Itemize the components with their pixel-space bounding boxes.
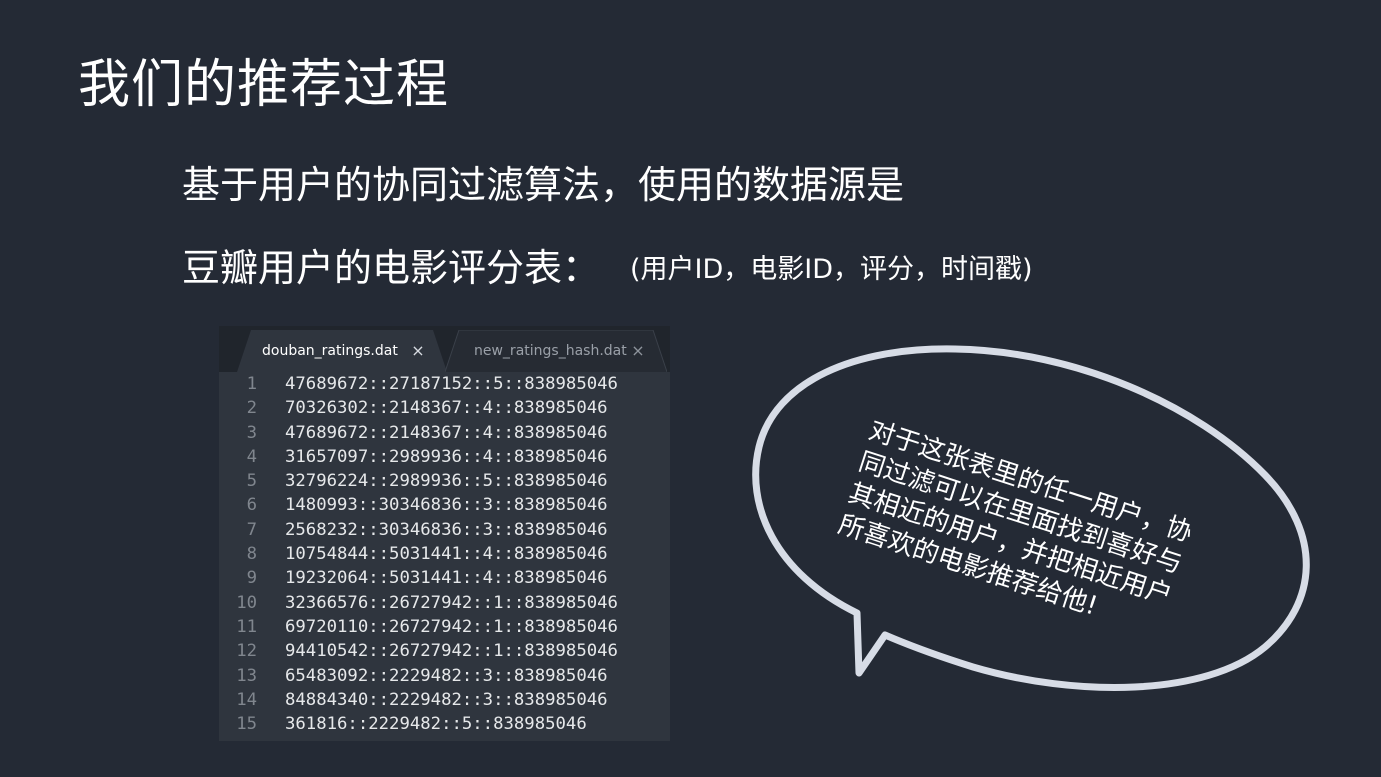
line-content: 32366576::26727942::1::838985046 [285, 592, 618, 613]
code-area[interactable]: 1 47689672::27187152::5::838985046 2 70326… [219, 372, 670, 736]
line-content: 32796224::2989936::5::838985046 [285, 471, 608, 492]
line-content: 69720110::26727942::1::838985046 [285, 616, 618, 637]
line-content: 47689672::27187152::5::838985046 [285, 374, 618, 394]
close-icon[interactable]: × [629, 330, 647, 372]
tab-new-ratings-hash[interactable]: new_ratings_hash.dat × [445, 330, 667, 372]
line-number: 12 [236, 641, 257, 662]
line-number: 7 [246, 519, 257, 540]
line-content: 65483092::2229482::3::838985046 [285, 665, 608, 686]
code-line: 11 69720110::26727942::1::838985046 [219, 615, 670, 639]
tab-douban-ratings[interactable]: douban_ratings.dat × [237, 330, 447, 372]
line-content: 2568232::30346836::3::838985046 [285, 519, 608, 540]
description-line-1: 基于用户的协同过滤算法，使用的数据源是 [182, 163, 905, 207]
line-content: 94410542::26727942::1::838985046 [285, 641, 618, 662]
code-line: 5 32796224::2989936::5::838985046 [219, 469, 670, 493]
line-number: 13 [236, 665, 257, 686]
line-number: 6 [246, 495, 257, 516]
line-content: 361816::2229482::5::838985046 [285, 714, 587, 735]
slide-title: 我们的推荐过程 [78, 55, 450, 115]
line-content: 84884340::2229482::3::838985046 [285, 689, 608, 710]
line-number: 11 [236, 616, 257, 637]
code-line: 2 70326302::2148367::4::838985046 [219, 396, 670, 420]
line-content: 47689672::2148367::4::838985046 [285, 422, 608, 443]
line-number: 4 [246, 446, 257, 467]
code-line: 3 47689672::2148367::4::838985046 [219, 421, 670, 445]
tab-label: new_ratings_hash.dat [474, 343, 627, 359]
line-number: 9 [246, 568, 257, 589]
code-line: 6 1480993::30346836::3::838985046 [219, 493, 670, 517]
code-line: 13 65483092::2229482::3::838985046 [219, 664, 670, 688]
close-icon[interactable]: × [409, 330, 427, 372]
line-number: 5 [246, 471, 257, 492]
tab-label: douban_ratings.dat [262, 343, 398, 359]
line-number: 15 [236, 714, 257, 735]
code-line: 15 361816::2229482::5::838985046 [219, 712, 670, 736]
text-editor: douban_ratings.dat × new_ratings_hash.da… [219, 326, 670, 741]
line-number: 2 [246, 398, 257, 419]
line-content: 70326302::2148367::4::838985046 [285, 398, 608, 419]
data-source-label: 豆瓣用户的电影评分表： [182, 246, 601, 290]
line-content: 19232064::5031441::4::838985046 [285, 568, 608, 589]
code-line: 8 10754844::5031441::4::838985046 [219, 542, 670, 566]
line-number: 1 [246, 374, 257, 394]
line-number: 14 [236, 689, 257, 710]
tab-bar: douban_ratings.dat × new_ratings_hash.da… [219, 326, 670, 372]
data-format-note: (用户ID，电影ID，评分，时间戳) [630, 254, 1033, 285]
line-number: 10 [236, 592, 257, 613]
line-number: 3 [246, 422, 257, 443]
line-number: 8 [246, 544, 257, 565]
line-content: 31657097::2989936::4::838985046 [285, 446, 608, 467]
description-line-2: 豆瓣用户的电影评分表： (用户ID，电影ID，评分，时间戳) [182, 243, 1033, 295]
code-line: 4 31657097::2989936::4::838985046 [219, 445, 670, 469]
code-line: 14 84884340::2229482::3::838985046 [219, 688, 670, 712]
code-line: 12 94410542::26727942::1::838985046 [219, 639, 670, 663]
line-content: 10754844::5031441::4::838985046 [285, 544, 608, 565]
code-line: 1 47689672::27187152::5::838985046 [219, 372, 670, 396]
code-line: 10 32366576::26727942::1::838985046 [219, 591, 670, 615]
line-content: 1480993::30346836::3::838985046 [285, 495, 608, 516]
code-line: 7 2568232::30346836::3::838985046 [219, 518, 670, 542]
code-line: 9 19232064::5031441::4::838985046 [219, 566, 670, 590]
